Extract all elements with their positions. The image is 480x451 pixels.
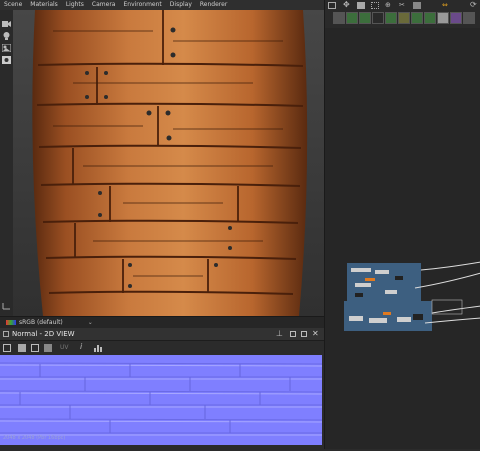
normal-map-image[interactable] [0,355,322,445]
histogram-icon[interactable] [94,344,102,352]
graph-toolbar: ✥ ⊕ ✂ ⇔ ⟳ [325,0,480,11]
barrel-render [13,10,324,316]
tile-icon[interactable] [44,344,52,352]
node-swatch[interactable] [333,12,345,24]
node-swatch[interactable] [463,12,475,24]
menu-bar: Scene Materials Lights Camera Environmen… [0,0,324,10]
node-palette [333,12,480,25]
menu-scene[interactable]: Scene [0,0,26,10]
viewport-toolbar [0,10,14,315]
node-swatch[interactable] [450,12,462,24]
info-icon[interactable]: i [80,342,88,351]
grid-icon[interactable] [371,2,379,9]
uv-icon[interactable]: UV [60,344,69,352]
colorspace-label: sRGB (default) [19,319,63,326]
menu-camera[interactable]: Camera [88,0,120,10]
scene-icon[interactable] [1,43,12,53]
camera-icon[interactable] [357,2,365,9]
colorspace-dropdown[interactable]: sRGB (default) ⌄ [6,318,93,327]
camera-icon[interactable] [2,20,11,28]
close-icon[interactable]: ✕ [312,329,319,338]
menu-lights[interactable]: Lights [62,0,88,10]
texture-size-label: 2048 x 2048 (Pbr 16bpc) [3,435,66,441]
refresh-icon[interactable]: ⟳ [470,0,478,9]
2d-view-panel: Normal - 2D VIEW ⊥ ✕ UV i 2048 x 2048 (P… [0,328,324,449]
link-icon[interactable]: ⊕ [385,1,393,9]
pin-icon[interactable]: ⊥ [276,329,283,338]
menu-environment[interactable]: Environment [119,0,165,10]
node-graph-canvas[interactable] [325,28,480,449]
node-swatch[interactable] [411,12,423,24]
layout-icon[interactable] [3,344,11,352]
node-swatch[interactable] [398,12,410,24]
node-swatch[interactable] [385,12,397,24]
move-icon[interactable]: ✥ [343,0,351,9]
light-icon[interactable] [2,32,11,40]
2d-view-icon [3,331,9,337]
colorspace-swatch-icon [6,320,16,325]
chevron-down-icon: ⌄ [87,319,93,326]
restore-icon[interactable] [290,331,296,337]
menu-display[interactable]: Display [166,0,196,10]
environment-icon[interactable] [2,56,11,64]
graph-panel: ✥ ⊕ ✂ ⇔ ⟳ [324,0,480,449]
2d-view-toolbar: UV i [0,341,324,355]
menu-renderer[interactable]: Renderer [196,0,231,10]
viewport-status-bar: sRGB (default) ⌄ [0,316,324,328]
arrows-icon[interactable]: ⇔ [442,1,450,9]
menu-materials[interactable]: Materials [26,0,62,10]
2d-view-header: Normal - 2D VIEW ⊥ ✕ [0,328,324,341]
node-swatch[interactable] [424,12,436,24]
maximize-icon[interactable] [301,331,307,337]
node-swatch[interactable] [359,12,371,24]
node-swatch[interactable] [437,12,449,24]
copy-icon[interactable] [31,344,39,352]
tools-icon[interactable]: ✂ [399,1,407,9]
axis-icon [2,302,11,310]
frame-icon[interactable] [328,2,336,9]
node-swatch[interactable] [372,12,384,24]
save-icon[interactable] [18,344,26,352]
compute-icon[interactable] [413,2,421,9]
3d-viewport[interactable] [13,10,324,316]
panel-title: Normal - 2D VIEW [12,330,75,338]
node-swatch[interactable] [346,12,358,24]
